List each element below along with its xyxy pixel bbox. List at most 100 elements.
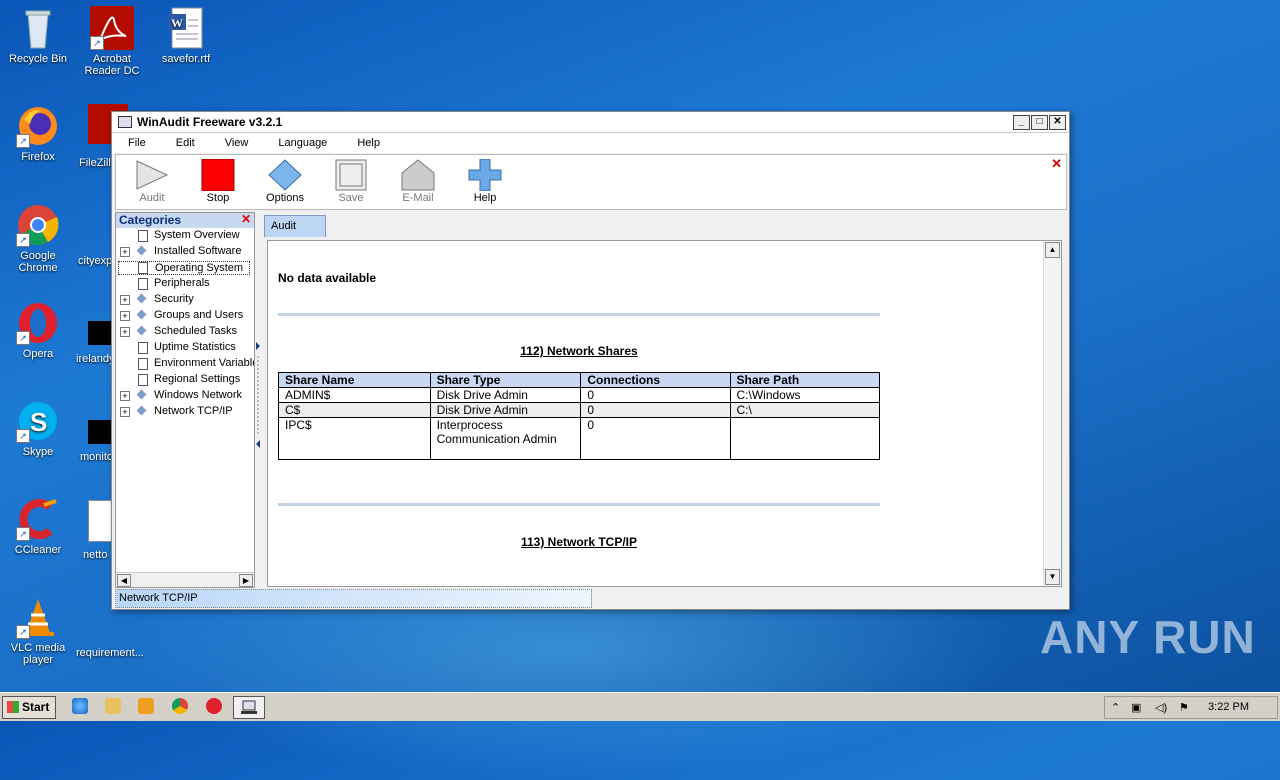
category-item[interactable]: Environment Variables: [116, 356, 254, 372]
close-button[interactable]: ✕: [1049, 114, 1066, 130]
category-label: Operating System: [118, 261, 250, 275]
stop-button[interactable]: Stop: [188, 158, 248, 204]
folder-diamond-icon: [136, 245, 147, 256]
desktop-icon-label: Acrobat Reader DC: [84, 53, 140, 77]
options-button[interactable]: Options: [255, 158, 315, 204]
category-item[interactable]: + Scheduled Tasks: [116, 324, 254, 340]
category-item[interactable]: System Overview: [116, 228, 254, 244]
media-player-icon[interactable]: [138, 698, 154, 714]
ccleaner-shortcut[interactable]: ↗ CCleaner: [0, 493, 76, 556]
expand-icon[interactable]: +: [120, 295, 130, 305]
menu-file[interactable]: File: [128, 137, 146, 149]
recycle-bin-shortcut[interactable]: Recycle Bin: [0, 2, 76, 65]
internet-explorer-icon[interactable]: [72, 698, 88, 714]
desktop-icon-label: savefor.rtf: [161, 53, 211, 65]
category-item[interactable]: + Installed Software: [116, 244, 254, 260]
clock[interactable]: 3:22 PM: [1208, 701, 1249, 713]
firefox-shortcut[interactable]: ↗ Firefox: [0, 100, 76, 163]
show-hidden-icons-icon[interactable]: ⌃: [1111, 701, 1120, 714]
status-bar: Network TCP/IP: [115, 589, 1065, 608]
word-document-icon: W: [164, 6, 208, 50]
skype-shortcut[interactable]: S ↗ Skype: [0, 395, 76, 458]
email-button[interactable]: E-Mail: [388, 158, 448, 204]
opera-icon: ↗: [16, 301, 60, 345]
column-header: Share Type: [429, 372, 582, 388]
category-item[interactable]: + Groups and Users: [116, 308, 254, 324]
title-bar[interactable]: WinAudit Freeware v3.2.1 _ □ ✕: [112, 112, 1069, 133]
monito-file-icon[interactable]: [88, 420, 112, 444]
category-label: Scheduled Tasks: [154, 325, 237, 337]
pane-splitter[interactable]: [254, 342, 262, 452]
document-icon: [138, 230, 148, 242]
firefox-icon: ↗: [16, 104, 60, 148]
expand-icon[interactable]: +: [120, 391, 130, 401]
scroll-right-icon[interactable]: ▶: [239, 574, 253, 587]
category-label: Network TCP/IP: [154, 405, 233, 417]
horizontal-scrollbar[interactable]: ◀ ▶: [116, 572, 254, 587]
category-tree: System Overview + Installed Software Operat…: [116, 228, 254, 420]
menu-edit[interactable]: Edit: [176, 137, 195, 149]
table-cell: C$: [278, 402, 431, 418]
start-button[interactable]: Start: [2, 696, 56, 719]
category-item[interactable]: Operating System: [116, 260, 254, 276]
category-item[interactable]: + Security: [116, 292, 254, 308]
expand-icon[interactable]: +: [120, 407, 130, 417]
scroll-left-icon[interactable]: ◀: [117, 574, 131, 587]
category-item[interactable]: Peripherals: [116, 276, 254, 292]
table-cell: C:\: [729, 402, 880, 418]
vlc-shortcut[interactable]: ↗ VLC media player: [0, 591, 76, 666]
toolbar-close-icon[interactable]: ✕: [1051, 156, 1062, 172]
category-label: Installed Software: [154, 245, 242, 257]
desktop-icon-label: netto: [83, 549, 108, 561]
savefor-rtf-shortcut[interactable]: W savefor.rtf: [148, 2, 224, 65]
menu-help[interactable]: Help: [357, 137, 380, 149]
desktop-icon-label: Firefox: [21, 151, 55, 163]
explorer-folder-icon[interactable]: [105, 698, 121, 714]
volume-icon[interactable]: ◁): [1155, 701, 1167, 714]
maximize-button[interactable]: □: [1031, 114, 1048, 130]
desktop-icon-label: VLC media player: [10, 642, 66, 666]
winaudit-taskbar-button[interactable]: [233, 696, 265, 719]
scroll-down-icon[interactable]: ▼: [1045, 569, 1060, 585]
expand-icon[interactable]: +: [120, 327, 130, 337]
acrobat-shortcut[interactable]: ↗ Acrobat Reader DC: [74, 2, 150, 77]
expand-icon[interactable]: +: [120, 247, 130, 257]
app-icon: [118, 116, 132, 128]
save-button[interactable]: Save: [321, 158, 381, 204]
minimize-button[interactable]: _: [1013, 114, 1030, 130]
category-item[interactable]: Uptime Statistics: [116, 340, 254, 356]
desktop-icon-label: irelandy: [76, 353, 115, 365]
network-icon[interactable]: ▣: [1131, 701, 1141, 714]
computer-icon: [241, 700, 257, 714]
opera-shortcut[interactable]: ↗ Opera: [0, 297, 76, 360]
expand-icon[interactable]: +: [120, 311, 130, 321]
table-cell: Interprocess Communication Admin: [429, 417, 582, 460]
opera-taskbar-icon[interactable]: [206, 698, 222, 714]
column-header: Connections: [580, 372, 731, 388]
skype-icon: S ↗: [16, 399, 60, 443]
play-icon: [122, 158, 182, 192]
chrome-taskbar-icon[interactable]: [172, 698, 188, 714]
irelandy-file-icon[interactable]: [88, 321, 112, 345]
tab-audit[interactable]: Audit: [264, 215, 326, 237]
close-icon[interactable]: ✕: [241, 212, 251, 226]
chrome-icon: ↗: [16, 203, 60, 247]
scroll-up-icon[interactable]: ▲: [1045, 242, 1060, 258]
menu-bar: File Edit View Language Help: [112, 133, 1069, 153]
category-item[interactable]: + Network TCP/IP: [116, 404, 254, 420]
category-item[interactable]: + Windows Network: [116, 388, 254, 404]
menu-view[interactable]: View: [225, 137, 249, 149]
vertical-scrollbar[interactable]: ▲ ▼: [1043, 241, 1061, 586]
help-button[interactable]: Help: [455, 158, 515, 204]
category-label: Peripherals: [154, 277, 210, 289]
toolbar: Audit Stop Options Save E-Mail Help ✕: [115, 154, 1067, 210]
folder-diamond-icon: [136, 389, 147, 400]
audit-button[interactable]: Audit: [122, 158, 182, 204]
chrome-shortcut[interactable]: ↗ Google Chrome: [0, 199, 76, 274]
report-view: No data available 112) Network Shares Sh…: [267, 240, 1062, 587]
menu-language[interactable]: Language: [278, 137, 327, 149]
table-cell: [729, 417, 880, 460]
action-center-flag-icon[interactable]: ⚑: [1179, 701, 1189, 714]
ccleaner-icon: ↗: [16, 497, 60, 541]
category-item[interactable]: Regional Settings: [116, 372, 254, 388]
